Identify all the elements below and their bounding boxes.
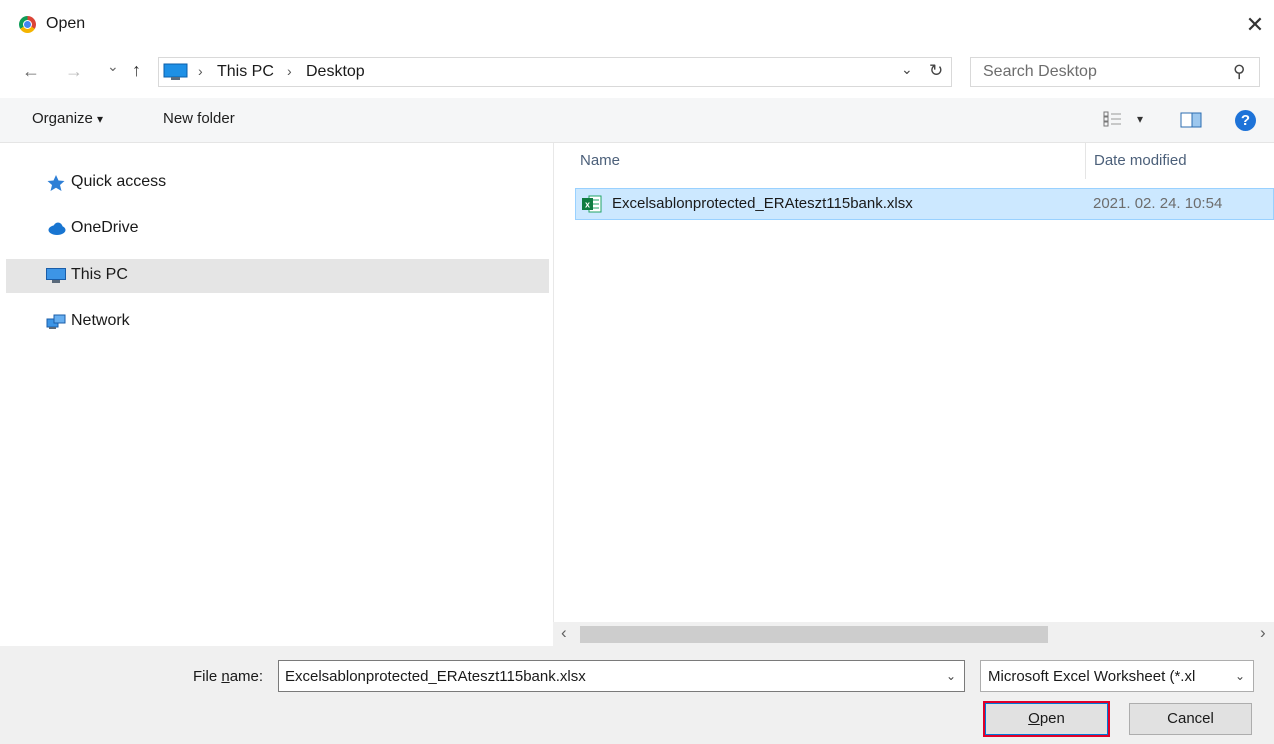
scroll-right-button[interactable]: ›	[1260, 623, 1266, 643]
cancel-button[interactable]: Cancel	[1129, 703, 1252, 735]
network-icon	[46, 314, 66, 329]
nav-item-network[interactable]: Network	[6, 305, 549, 339]
search-input[interactable]: Search Desktop ⚲	[970, 57, 1260, 87]
file-name: Excelsablonprotected_ERAteszt115bank.xls…	[612, 195, 913, 212]
file-type-select[interactable]: Microsoft Excel Worksheet (*.xl ⌄	[980, 660, 1254, 692]
chevron-down-icon: ⌄	[1234, 669, 1245, 683]
star-icon	[47, 175, 65, 191]
window-title: Open	[46, 15, 86, 32]
file-row[interactable]: x Excelsablonprotected_ERAteszt115bank.x…	[575, 188, 1274, 220]
monitor-icon	[163, 63, 188, 80]
title-bar: Open ✕	[0, 0, 1274, 50]
open-button[interactable]: Open	[983, 701, 1110, 737]
nav-label: This PC	[71, 266, 128, 283]
nav-item-this-pc[interactable]: This PC	[6, 259, 549, 293]
column-divider[interactable]	[1085, 143, 1086, 179]
nav-label: Network	[71, 312, 130, 329]
search-placeholder: Search Desktop	[983, 63, 1097, 80]
file-name-input[interactable]: Excelsablonprotected_ERAteszt115bank.xls…	[278, 660, 965, 692]
organize-label: Organize	[32, 110, 93, 127]
preview-pane-icon[interactable]	[1180, 112, 1202, 128]
breadcrumb-this-pc[interactable]: This PC	[217, 63, 274, 81]
file-name-label: File name:	[193, 668, 264, 685]
svg-text:x: x	[585, 200, 590, 210]
monitor-icon	[46, 268, 66, 283]
scroll-left-button[interactable]: ‹	[561, 623, 567, 643]
up-button[interactable]: ↑	[132, 60, 141, 81]
nav-item-quick-access[interactable]: Quick access	[6, 166, 549, 200]
search-icon[interactable]: ⚲	[1233, 62, 1245, 82]
forward-button[interactable]: →	[65, 61, 83, 82]
chrome-app-icon	[19, 16, 36, 33]
change-view-icon[interactable]	[1103, 111, 1123, 127]
breadcrumb-separator: ›	[198, 63, 203, 79]
refresh-icon[interactable]: ↻	[929, 61, 943, 81]
file-date-modified: 2021. 02. 24. 10:54	[1093, 195, 1223, 212]
address-bar[interactable]	[158, 57, 952, 87]
new-folder-button[interactable]: New folder	[163, 110, 235, 127]
help-icon[interactable]: ?	[1235, 110, 1256, 131]
chevron-down-icon: ▾	[97, 112, 104, 126]
column-header-name[interactable]: Name	[580, 152, 620, 169]
back-button[interactable]: ←	[22, 61, 40, 82]
scrollbar-thumb[interactable]	[580, 626, 1048, 643]
views-dropdown-icon[interactable]: ▾	[1137, 112, 1143, 126]
file-name-value: Excelsablonprotected_ERAteszt115bank.xls…	[285, 668, 586, 685]
cloud-icon	[48, 222, 66, 235]
chevron-down-icon[interactable]: ⌄	[946, 669, 956, 683]
address-dropdown-icon[interactable]: ⌄	[901, 61, 913, 78]
breadcrumb-desktop[interactable]: Desktop	[306, 63, 365, 81]
column-header-date-modified[interactable]: Date modified	[1094, 152, 1187, 169]
organize-button[interactable]: Organize ▾	[32, 110, 103, 127]
close-button[interactable]: ✕	[1240, 10, 1270, 40]
nav-label: OneDrive	[71, 219, 139, 236]
nav-label: Quick access	[71, 173, 167, 190]
nav-item-onedrive[interactable]: OneDrive	[6, 212, 549, 246]
breadcrumb-separator: ›	[287, 63, 292, 79]
file-type-value: Microsoft Excel Worksheet (*.xl	[988, 668, 1196, 685]
recent-locations-button[interactable]: ⌄	[107, 58, 119, 75]
excel-file-icon: x	[582, 195, 602, 213]
